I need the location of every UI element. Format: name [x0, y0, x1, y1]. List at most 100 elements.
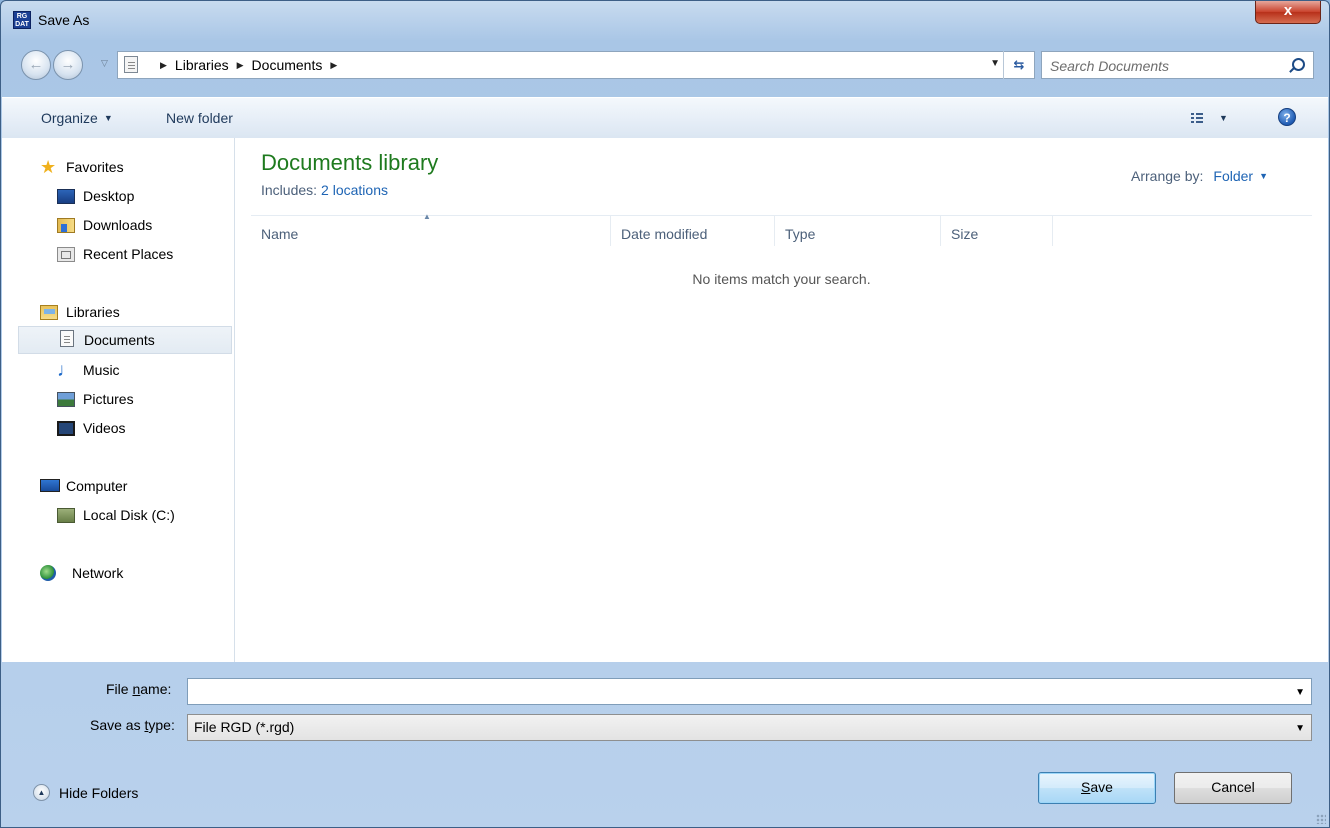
chevron-down-icon[interactable]: ▼ [1295, 723, 1305, 734]
breadcrumb-documents[interactable]: Documents [252, 57, 323, 73]
column-header-date-modified[interactable]: Date modified [611, 216, 775, 246]
chevron-down-icon[interactable]: ▼ [1295, 687, 1305, 698]
label-part: ame: [140, 681, 172, 697]
view-options-chevron-icon[interactable]: ▼ [1219, 113, 1228, 123]
column-header-size[interactable]: Size [941, 216, 1053, 246]
file-name-combo[interactable]: ▼ [187, 678, 1312, 705]
sidebar-item-label: Music [83, 362, 120, 378]
column-header-name[interactable]: ▲ Name [251, 212, 611, 246]
chevron-down-icon[interactable]: ▼ [1259, 171, 1268, 181]
sidebar-item-desktop[interactable]: Desktop [57, 185, 227, 209]
library-title: Documents library [261, 150, 439, 175]
file-name-label: File name: [106, 681, 171, 697]
label-part: Save as [90, 717, 145, 733]
search-icon[interactable] [1292, 58, 1305, 71]
help-icon[interactable]: ? [1278, 108, 1296, 126]
sidebar-item-label: Libraries [66, 304, 120, 320]
address-dropdown-icon[interactable]: ▼ [990, 58, 1000, 69]
save-as-type-value: File RGD (*.rgd) [194, 719, 295, 735]
command-toolbar: Organize ▼ New folder ▼ ? [2, 97, 1328, 139]
chevron-down-icon: ▼ [103, 113, 113, 123]
column-headers: ▲ Name Date modified Type Size [251, 212, 1312, 246]
sidebar-item-computer[interactable]: Computer [40, 475, 220, 499]
save-button[interactable]: Save [1038, 772, 1156, 804]
document-library-icon [124, 56, 138, 73]
close-icon: x [1283, 2, 1293, 19]
view-options-icon[interactable] [1191, 113, 1203, 123]
sidebar-item-label: Documents [84, 332, 155, 348]
libraries-icon [40, 305, 58, 320]
search-input[interactable] [1048, 55, 1282, 77]
breadcrumb-separator-icon[interactable]: ▶ [330, 60, 337, 70]
refresh-button[interactable]: ⇆ [1003, 51, 1034, 79]
address-bar[interactable]: ▶ Libraries ▶ Documents ▶ ▼ ⇆ [117, 51, 1035, 79]
music-icon: ♩ [57, 360, 76, 381]
breadcrumb-separator-icon[interactable]: ▶ [237, 60, 244, 70]
sidebar-item-favorites[interactable]: ★ Favorites [40, 156, 220, 180]
search-box[interactable] [1041, 51, 1314, 79]
file-name-field[interactable] [192, 682, 1286, 703]
pictures-icon [57, 392, 75, 407]
network-icon [40, 565, 56, 581]
sidebar-item-local-disk[interactable]: Local Disk (C:) [57, 504, 227, 528]
sidebar-item-documents[interactable]: Documents [18, 326, 232, 354]
new-folder-button[interactable]: New folder [166, 110, 233, 126]
forward-button[interactable]: → [53, 50, 83, 80]
save-as-type-label: Save as type: [90, 717, 175, 733]
save-label: ave [1090, 779, 1113, 795]
downloads-icon [57, 218, 75, 233]
column-label: Name [261, 226, 299, 242]
title-bar[interactable]: RG DAT Save As x [1, 1, 1329, 37]
sidebar-item-network[interactable]: Network [40, 562, 220, 586]
sidebar-item-recent-places[interactable]: Recent Places [57, 243, 227, 267]
sidebar-item-label: Desktop [83, 188, 135, 204]
sidebar-item-libraries[interactable]: Libraries [40, 301, 220, 325]
save-as-type-select[interactable]: File RGD (*.rgd) ▼ [187, 714, 1312, 741]
arrange-by-label: Arrange by: [1131, 168, 1204, 184]
sidebar-item-pictures[interactable]: Pictures [57, 388, 227, 412]
sidebar-item-label: Network [72, 565, 124, 581]
back-button[interactable]: ← [21, 50, 51, 80]
locations-link[interactable]: 2 locations [321, 182, 388, 198]
sidebar-item-label: Recent Places [83, 246, 174, 262]
local-disk-icon [57, 508, 75, 523]
app-icon: RG DAT [13, 11, 31, 29]
breadcrumb: ▶ Libraries ▶ Documents ▶ [152, 57, 345, 73]
sidebar-item-label: Videos [83, 420, 126, 436]
document-icon [60, 330, 74, 347]
breadcrumb-libraries[interactable]: Libraries [175, 57, 229, 73]
navigation-pane: ★ Favorites Desktop Downloads Recent Pla… [2, 138, 235, 662]
back-arrow-icon: ← [28, 56, 44, 73]
save-as-dialog: RG DAT Save As x ← → ▽ ▶ Libraries ▶ Documen… [0, 0, 1330, 828]
desktop-icon [57, 189, 75, 204]
resize-grip-icon[interactable] [1316, 814, 1326, 824]
column-header-type[interactable]: Type [775, 216, 941, 246]
refresh-icon: ⇆ [1013, 57, 1025, 72]
recent-pages-chevron-icon[interactable]: ▽ [101, 58, 108, 69]
sidebar-item-videos[interactable]: Videos [57, 417, 227, 441]
star-icon: ★ [40, 157, 57, 177]
computer-icon [40, 479, 60, 492]
breadcrumb-separator-icon[interactable]: ▶ [160, 60, 167, 70]
organize-label: Organize [41, 110, 98, 126]
sort-ascending-icon: ▲ [423, 212, 431, 221]
navigation-bar: ← → ▽ ▶ Libraries ▶ Documents ▶ ▼ ⇆ [1, 39, 1329, 80]
includes-label: Includes: [261, 182, 318, 198]
label-part: ype: [148, 717, 175, 733]
close-button[interactable]: x [1255, 1, 1321, 24]
videos-icon [57, 421, 75, 436]
sidebar-item-downloads[interactable]: Downloads [57, 214, 227, 238]
empty-list-message: No items match your search. [692, 271, 871, 287]
sidebar-item-label: Local Disk (C:) [83, 507, 175, 523]
recent-places-icon [57, 247, 75, 262]
file-list-pane[interactable]: Documents library Includes: 2 locations A… [235, 138, 1328, 662]
includes-line: Includes: 2 locations [261, 182, 388, 198]
cancel-button[interactable]: Cancel [1174, 772, 1292, 804]
arrange-by-dropdown[interactable]: Folder [1213, 168, 1253, 184]
sidebar-item-label: Downloads [83, 217, 153, 233]
organize-button[interactable]: Organize ▼ [41, 110, 113, 126]
window-title: Save As [38, 12, 90, 28]
arrange-by: Arrange by: Folder ▼ [1131, 168, 1268, 184]
save-accesskey: S [1081, 779, 1091, 795]
sidebar-item-music[interactable]: ♩ Music [57, 359, 227, 383]
